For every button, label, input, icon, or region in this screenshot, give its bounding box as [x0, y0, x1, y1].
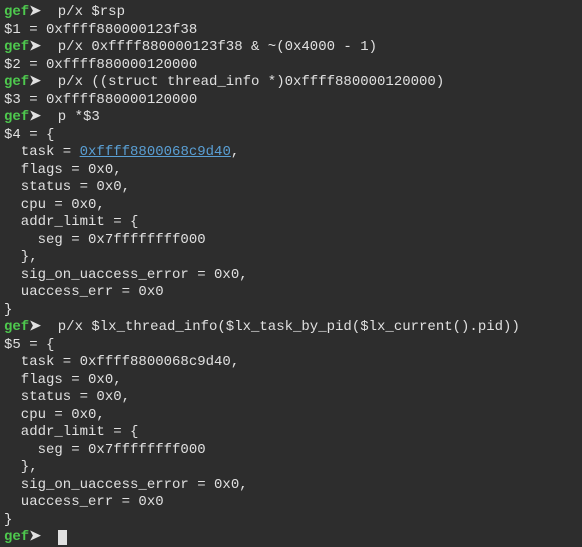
command-text: p *$3	[58, 109, 100, 125]
output-line: },	[4, 459, 578, 477]
output-line: status = 0x0,	[4, 179, 578, 197]
prompt-arrow-icon: ➤	[29, 4, 41, 20]
command-text: p/x $lx_thread_info($lx_task_by_pid($lx_…	[58, 319, 520, 335]
output-line: flags = 0x0,	[4, 372, 578, 390]
output-line: sig_on_uaccess_error = 0x0,	[4, 477, 578, 495]
terminal-output: gef➤ p/x $rsp$1 = 0xffff880000123f38gef➤…	[4, 4, 578, 547]
output-line: flags = 0x0,	[4, 162, 578, 180]
output-line: cpu = 0x0,	[4, 407, 578, 425]
command-line[interactable]: gef➤ p/x $lx_thread_info($lx_task_by_pid…	[4, 319, 578, 337]
command-line[interactable]: gef➤	[4, 529, 578, 547]
prompt-arrow-icon: ➤	[29, 319, 41, 335]
prompt-arrow-icon: ➤	[29, 109, 41, 125]
output-line: $2 = 0xffff880000120000	[4, 57, 578, 75]
output-line: $5 = {	[4, 337, 578, 355]
output-line: },	[4, 249, 578, 267]
prompt-gef: gef	[4, 39, 29, 55]
prompt-arrow-icon: ➤	[29, 529, 41, 545]
output-line: addr_limit = {	[4, 214, 578, 232]
prompt-gef: gef	[4, 109, 29, 125]
output-line: sig_on_uaccess_error = 0x0,	[4, 267, 578, 285]
output-line: $3 = 0xffff880000120000	[4, 92, 578, 110]
output-line: $1 = 0xffff880000123f38	[4, 22, 578, 40]
command-text: p/x ((struct thread_info *)0xffff8800001…	[58, 74, 444, 90]
output-line: task = 0xffff8800068c9d40,	[4, 144, 578, 162]
command-line[interactable]: gef➤ p/x ((struct thread_info *)0xffff88…	[4, 74, 578, 92]
cursor	[58, 530, 67, 545]
output-line: seg = 0x7ffffffff000	[4, 442, 578, 460]
command-line[interactable]: gef➤ p/x 0xffff880000123f38 & ~(0x4000 -…	[4, 39, 578, 57]
output-line: $4 = {	[4, 127, 578, 145]
output-line: addr_limit = {	[4, 424, 578, 442]
command-text: p/x $rsp	[58, 4, 125, 20]
output-line: uaccess_err = 0x0	[4, 494, 578, 512]
output-line: task = 0xffff8800068c9d40,	[4, 354, 578, 372]
command-line[interactable]: gef➤ p/x $rsp	[4, 4, 578, 22]
output-line: seg = 0x7ffffffff000	[4, 232, 578, 250]
prompt-gef: gef	[4, 319, 29, 335]
command-line[interactable]: gef➤ p *$3	[4, 109, 578, 127]
output-line: status = 0x0,	[4, 389, 578, 407]
prompt-gef: gef	[4, 74, 29, 90]
output-line: }	[4, 512, 578, 530]
command-text: p/x 0xffff880000123f38 & ~(0x4000 - 1)	[58, 39, 377, 55]
prompt-arrow-icon: ➤	[29, 39, 41, 55]
prompt-gef: gef	[4, 4, 29, 20]
prompt-arrow-icon: ➤	[29, 74, 41, 90]
output-line: cpu = 0x0,	[4, 197, 578, 215]
output-line: uaccess_err = 0x0	[4, 284, 578, 302]
output-line: }	[4, 302, 578, 320]
task-pointer-link[interactable]: 0xffff8800068c9d40	[80, 144, 231, 160]
prompt-gef: gef	[4, 529, 29, 545]
